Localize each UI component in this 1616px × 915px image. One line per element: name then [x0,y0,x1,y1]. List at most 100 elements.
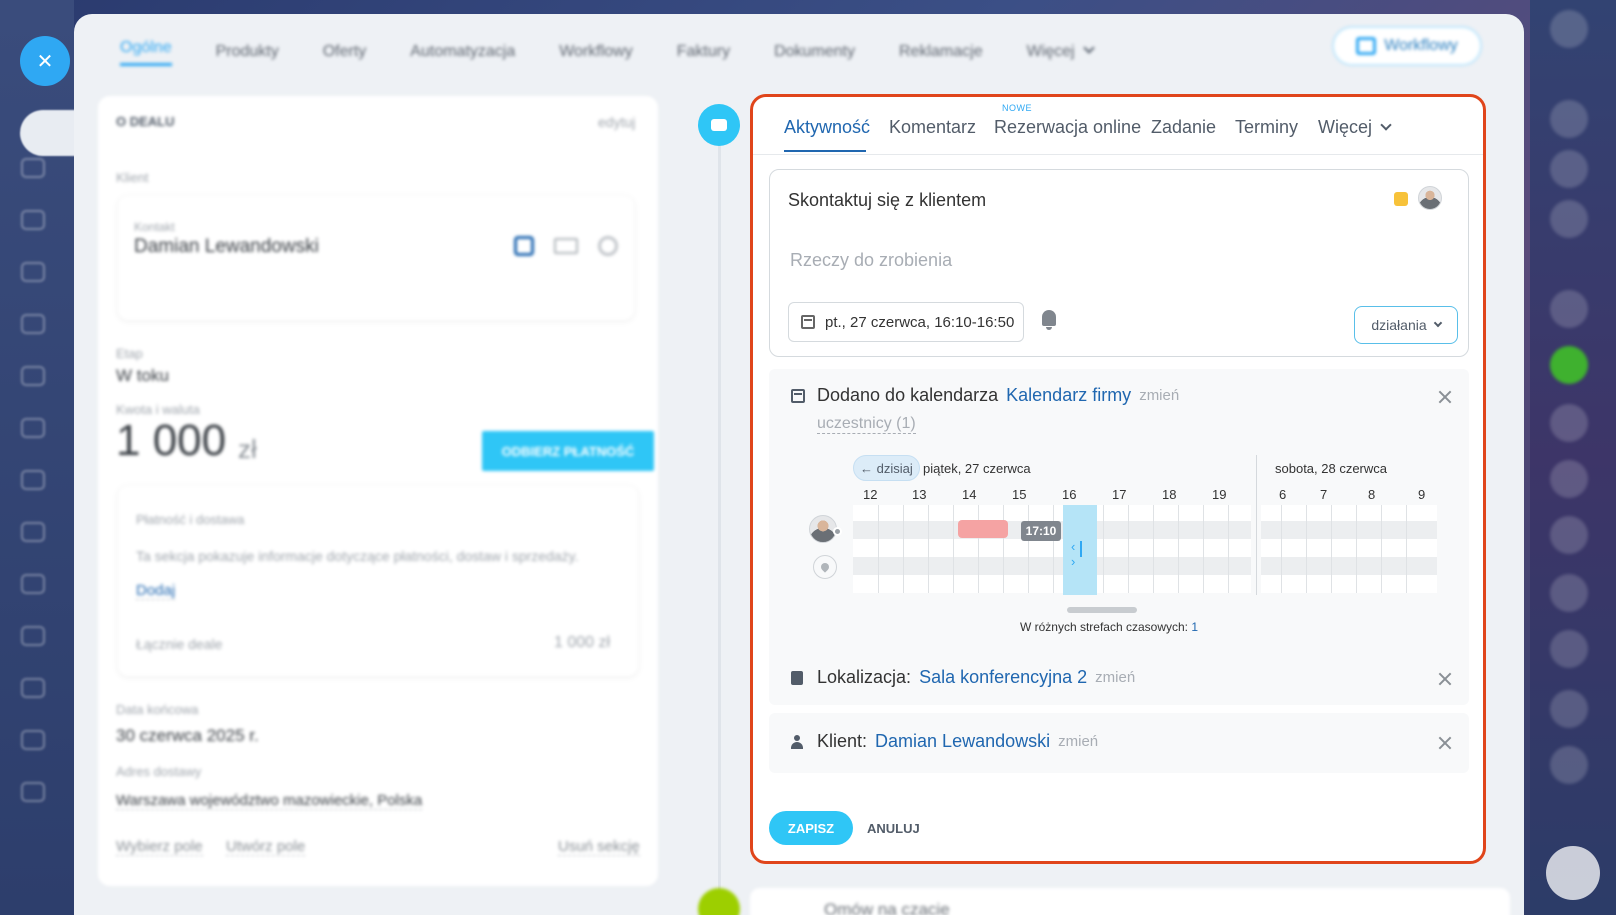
sidebar-calendar-icon[interactable] [21,262,45,282]
close-slider-button[interactable]: ✕ [20,36,70,86]
cancel-button[interactable]: ANULUJ [867,811,920,845]
close-icon[interactable] [1437,735,1453,751]
payment-title: Płatność i dostawa [136,512,245,527]
sidebar-drive-icon[interactable] [21,366,45,386]
contact-avatar[interactable] [1550,460,1588,498]
contact-avatar[interactable] [1550,690,1588,728]
chevron-down-icon [1082,42,1095,54]
sidebar-documents-icon[interactable] [21,314,45,334]
save-button[interactable]: ZAPISZ [769,811,853,845]
participants-link[interactable]: uczestnicy (1) [817,415,916,434]
tab-more[interactable]: Więcej [1027,42,1095,61]
activity-editor: Aktywność Komentarz NOWE Rezerwacja onli… [750,94,1486,864]
tab-more[interactable]: Więcej [1318,117,1392,138]
sidebar-shop-icon[interactable] [21,730,45,750]
tab-deadlines[interactable]: Terminy [1235,117,1298,138]
amount-value: 1 000 [116,416,227,465]
tab-online-booking[interactable]: Rezerwacja online [994,117,1141,138]
grid-line [1053,505,1054,593]
grid-line [903,505,904,593]
timeline-scrollbar[interactable] [1067,607,1137,613]
contact-name[interactable]: Damian Lewandowski [134,236,319,258]
tab-workflows[interactable]: Workflowy [559,43,633,61]
sidebar-store-icon[interactable] [21,782,45,802]
tab-products[interactable]: Produkty [216,43,279,61]
sidebar-analytics-icon[interactable] [21,678,45,698]
timeline-item[interactable]: Omów na czacie [750,888,1510,915]
added-to-calendar-label: Dodano do kalendarza [817,385,999,405]
user-avatar[interactable] [1550,10,1588,48]
tab-automation[interactable]: Automatyzacja [410,43,515,61]
color-flag-icon[interactable] [1394,192,1408,206]
video-call-icon[interactable] [1550,746,1588,784]
todo-description-input[interactable]: Rzeczy do zrobienia [790,250,952,271]
sidebar-sites-icon[interactable] [21,522,45,542]
day-grid[interactable] [853,505,1251,593]
contact-avatar[interactable] [1550,574,1588,612]
add-link[interactable]: Dodaj [136,582,176,600]
choose-field-link[interactable]: Wybierz pole [116,838,203,856]
search-icon[interactable] [1550,150,1588,188]
notifications-icon[interactable] [1550,100,1588,138]
location-pin-icon[interactable] [813,555,837,579]
contact-avatar[interactable] [1550,404,1588,442]
bell-icon[interactable] [1042,310,1056,330]
close-icon[interactable] [1437,389,1453,405]
grid-line [978,505,979,593]
delete-section-link[interactable]: Usuń sekcję [558,838,640,856]
actions-dropdown[interactable]: działania [1354,306,1458,344]
change-client-link[interactable]: zmień [1058,733,1098,750]
resize-handle-icon[interactable] [1071,539,1088,569]
collect-payment-button[interactable]: ODBIERZ PŁATNOŚĆ [482,431,654,471]
phone-icon[interactable] [514,236,534,256]
close-icon[interactable] [1437,671,1453,687]
grid-line [1306,505,1307,593]
sidebar-chat-icon[interactable] [21,210,45,230]
todo-title-input[interactable]: Skontaktuj się z klientem [788,190,986,211]
grid-line [1103,505,1104,593]
tab-general[interactable]: Ogólne [120,39,172,66]
contact-avatar[interactable] [1550,630,1588,668]
tab-offers[interactable]: Oferty [323,43,367,61]
tab-invoices[interactable]: Faktury [677,43,730,61]
section-title: O DEALU [116,114,175,129]
sidebar-tasks-icon[interactable] [21,158,45,178]
sidebar-item-crm[interactable] [20,110,76,156]
sidebar-mail-icon[interactable] [21,418,45,438]
create-field-link[interactable]: Utwórz pole [226,838,306,856]
contact-avatar[interactable] [1550,290,1588,328]
location-value-link[interactable]: Sala konferencyjna 2 [919,667,1087,688]
today-button[interactable]: ← dzisiaj [853,455,920,481]
mail-icon[interactable] [554,238,578,254]
contact-avatar-green[interactable] [1550,346,1588,384]
change-calendar-link[interactable]: zmień [1139,387,1179,404]
tab-complaints[interactable]: Reklamacje [899,43,983,61]
datetime-field[interactable]: pt., 27 czerwca, 16:10-16:50 [788,302,1024,342]
change-location-link[interactable]: zmień [1095,669,1135,686]
calendar-name-link[interactable]: Kalendarz firmy [1006,385,1131,406]
tab-comment[interactable]: Komentarz [889,117,976,138]
grid-line [1003,505,1004,593]
chevron-down-icon [1380,119,1392,131]
next-day-grid[interactable] [1261,505,1437,593]
contact-avatar[interactable] [1550,516,1588,554]
sidebar-inbox-icon[interactable] [21,626,45,646]
left-app-sidebar: ✕ [0,0,76,915]
grid-line [1228,505,1229,593]
sidebar-tasks-list-icon[interactable] [21,574,45,594]
tab-task[interactable]: Zadanie [1151,117,1216,138]
busy-slot [958,520,1008,538]
open-chat-button[interactable] [1546,846,1600,900]
client-name-link[interactable]: Damian Lewandowski [875,731,1050,752]
timezone-count[interactable]: 1 [1191,620,1198,634]
responsible-avatar[interactable] [1418,186,1442,210]
workflows-button[interactable]: Workflowy [1332,26,1482,66]
clock-icon[interactable] [1550,200,1588,238]
close-icon: ✕ [36,50,54,73]
tab-activity[interactable]: Aktywność [784,117,870,138]
chat-icon[interactable] [598,236,618,256]
tab-documents[interactable]: Dokumenty [774,43,855,61]
edit-link[interactable]: edytuj [598,114,635,130]
calendar-block: Dodano do kalendarza Kalendarz firmy zmi… [769,369,1469,705]
sidebar-contacts-icon[interactable] [21,470,45,490]
